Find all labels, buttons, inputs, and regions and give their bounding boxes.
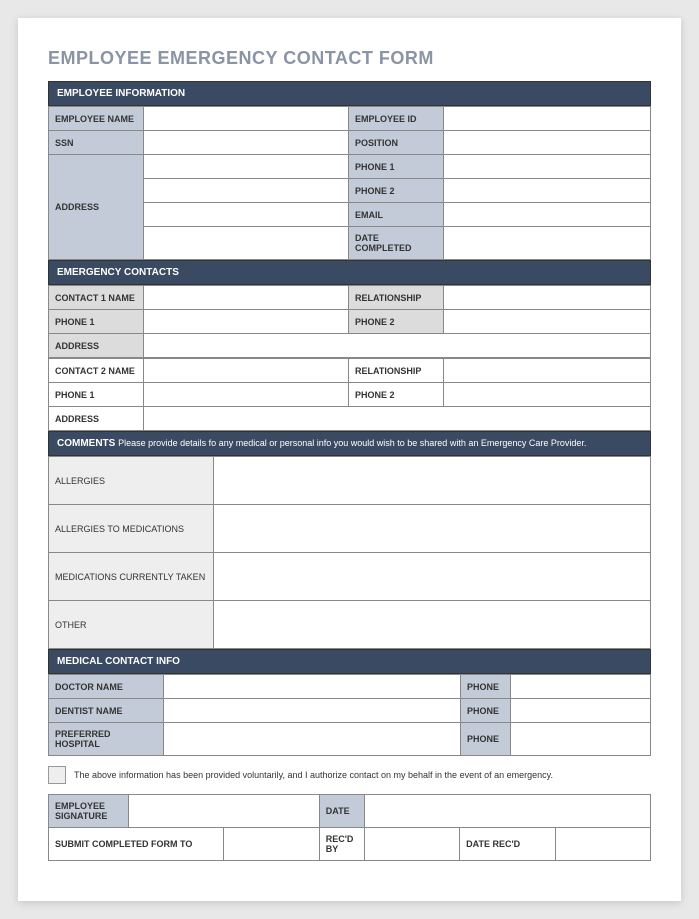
phone1-label: PHONE 1: [349, 155, 444, 179]
form-page: EMPLOYEE EMERGENCY CONTACT FORM EMPLOYEE…: [18, 18, 681, 901]
contact1-name-field[interactable]: [144, 286, 349, 310]
contact2-phone1-field[interactable]: [144, 383, 349, 407]
address-line1-field[interactable]: [144, 155, 349, 179]
contact1-phone1-label: PHONE 1: [49, 310, 144, 334]
employee-id-label: EMPLOYEE ID: [349, 107, 444, 131]
date-completed-field[interactable]: [444, 227, 651, 260]
allergies-meds-label: ALLERGIES TO MEDICATIONS: [49, 505, 214, 553]
consent-row: The above information has been provided …: [48, 766, 651, 784]
contact1-relationship-label: RELATIONSHIP: [349, 286, 444, 310]
comments-header-sub: Please provide details fo any medical or…: [118, 438, 586, 448]
signature-label: EMPLOYEE SIGNATURE: [49, 795, 129, 828]
hospital-phone-field[interactable]: [511, 723, 651, 756]
medical-table: DOCTOR NAME PHONE DENTIST NAME PHONE PRE…: [48, 674, 651, 756]
contact2-phone2-field[interactable]: [444, 383, 651, 407]
doctor-phone-field[interactable]: [511, 675, 651, 699]
contact1-relationship-field[interactable]: [444, 286, 651, 310]
medical-header: MEDICAL CONTACT INFO: [48, 649, 651, 674]
allergies-label: ALLERGIES: [49, 457, 214, 505]
ssn-label: SSN: [49, 131, 144, 155]
ssn-field[interactable]: [144, 131, 349, 155]
hospital-phone-label: PHONE: [461, 723, 511, 756]
dentist-label: DENTIST NAME: [49, 699, 164, 723]
contact1-phone2-field[interactable]: [444, 310, 651, 334]
other-label: OTHER: [49, 601, 214, 649]
contact1-phone1-field[interactable]: [144, 310, 349, 334]
meds-current-label: MEDICATIONS CURRENTLY TAKEN: [49, 553, 214, 601]
contact2-relationship-field[interactable]: [444, 359, 651, 383]
form-title: EMPLOYEE EMERGENCY CONTACT FORM: [48, 48, 651, 69]
signature-table: EMPLOYEE SIGNATURE DATE SUBMIT COMPLETED…: [48, 794, 651, 861]
contact2-address-field[interactable]: [144, 407, 651, 431]
submit-to-field[interactable]: [224, 828, 319, 861]
consent-checkbox[interactable]: [48, 766, 66, 784]
date-recd-label: DATE REC'D: [460, 828, 555, 861]
address-line3-field[interactable]: [144, 203, 349, 227]
signature-field[interactable]: [129, 795, 320, 828]
email-label: EMAIL: [349, 203, 444, 227]
phone2-label: PHONE 2: [349, 179, 444, 203]
comments-header: COMMENTS Please provide details fo any m…: [48, 431, 651, 456]
dentist-field[interactable]: [164, 699, 461, 723]
employee-info-header: EMPLOYEE INFORMATION: [48, 81, 651, 106]
doctor-field[interactable]: [164, 675, 461, 699]
employee-id-field[interactable]: [444, 107, 651, 131]
emergency-contacts-table-2: CONTACT 2 NAME RELATIONSHIP PHONE 1 PHON…: [48, 358, 651, 431]
date-recd-field[interactable]: [555, 828, 650, 861]
position-label: POSITION: [349, 131, 444, 155]
contact1-phone2-label: PHONE 2: [349, 310, 444, 334]
other-field[interactable]: [214, 601, 651, 649]
submit-to-label: SUBMIT COMPLETED FORM TO: [49, 828, 224, 861]
contact1-name-label: CONTACT 1 NAME: [49, 286, 144, 310]
emergency-contacts-header: EMERGENCY CONTACTS: [48, 260, 651, 285]
dentist-phone-field[interactable]: [511, 699, 651, 723]
sig-date-field[interactable]: [364, 795, 650, 828]
allergies-meds-field[interactable]: [214, 505, 651, 553]
emergency-contacts-table: CONTACT 1 NAME RELATIONSHIP PHONE 1 PHON…: [48, 285, 651, 358]
contact2-address-label: ADDRESS: [49, 407, 144, 431]
comments-header-label: COMMENTS: [57, 438, 115, 449]
phone1-field[interactable]: [444, 155, 651, 179]
doctor-label: DOCTOR NAME: [49, 675, 164, 699]
consent-text: The above information has been provided …: [74, 770, 553, 780]
hospital-field[interactable]: [164, 723, 461, 756]
address-line2-field[interactable]: [144, 179, 349, 203]
allergies-field[interactable]: [214, 457, 651, 505]
employee-name-label: EMPLOYEE NAME: [49, 107, 144, 131]
contact2-name-field[interactable]: [144, 359, 349, 383]
employee-info-table: EMPLOYEE NAME EMPLOYEE ID SSN POSITION A…: [48, 106, 651, 260]
doctor-phone-label: PHONE: [461, 675, 511, 699]
recd-by-field[interactable]: [364, 828, 459, 861]
contact2-phone1-label: PHONE 1: [49, 383, 144, 407]
contact2-phone2-label: PHONE 2: [349, 383, 444, 407]
employee-name-field[interactable]: [144, 107, 349, 131]
contact2-name-label: CONTACT 2 NAME: [49, 359, 144, 383]
hospital-label: PREFERRED HOSPITAL: [49, 723, 164, 756]
contact1-address-label: ADDRESS: [49, 334, 144, 358]
meds-current-field[interactable]: [214, 553, 651, 601]
comments-table: ALLERGIES ALLERGIES TO MEDICATIONS MEDIC…: [48, 456, 651, 649]
position-field[interactable]: [444, 131, 651, 155]
sig-date-label: DATE: [319, 795, 364, 828]
email-field[interactable]: [444, 203, 651, 227]
date-completed-label: DATE COMPLETED: [349, 227, 444, 260]
dentist-phone-label: PHONE: [461, 699, 511, 723]
address-line4-field[interactable]: [144, 227, 349, 260]
contact1-address-field[interactable]: [144, 334, 651, 358]
contact2-relationship-label: RELATIONSHIP: [349, 359, 444, 383]
phone2-field[interactable]: [444, 179, 651, 203]
recd-by-label: REC'D BY: [319, 828, 364, 861]
address-label: ADDRESS: [49, 155, 144, 260]
